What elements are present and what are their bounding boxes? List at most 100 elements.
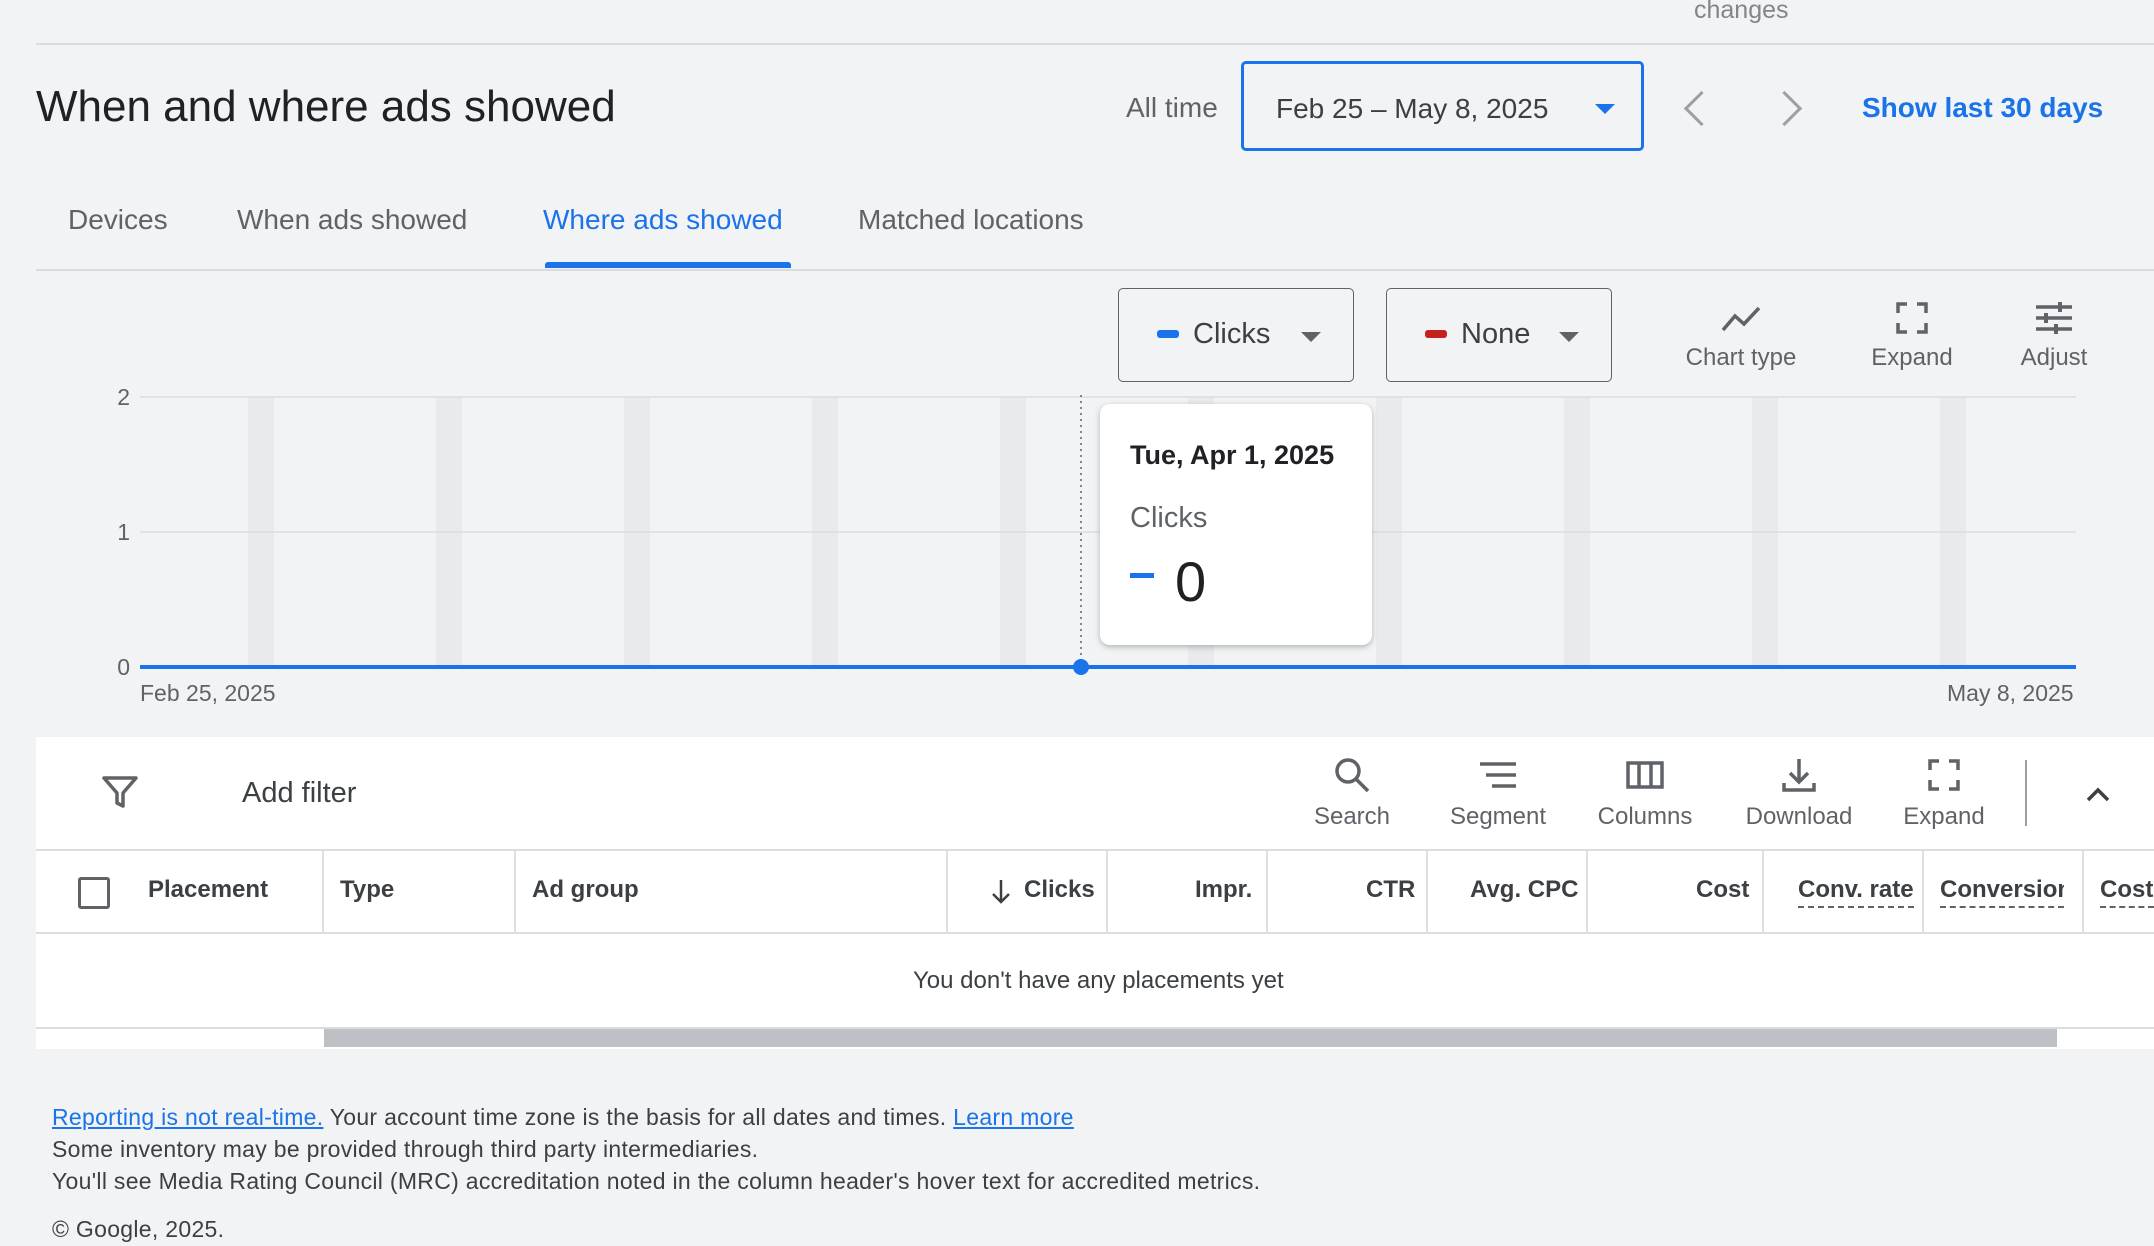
- column-divider: [946, 851, 948, 933]
- next-period-button[interactable]: [1766, 88, 1810, 128]
- column-divider: [1426, 851, 1428, 933]
- tab-matched-locations[interactable]: Matched locations: [858, 204, 1084, 236]
- top-divider: [36, 43, 2154, 45]
- column-header-cost-per-conv[interactable]: Cost: [2100, 876, 2154, 908]
- segment-label: Segment: [1449, 803, 1547, 830]
- collapse-table-button[interactable]: [2078, 774, 2118, 814]
- column-header-type[interactable]: Type: [340, 876, 394, 904]
- y-tick-label: 1: [117, 519, 130, 545]
- add-filter-button[interactable]: Add filter: [242, 777, 356, 810]
- x-axis-end-label: May 8, 2025: [1947, 680, 2074, 706]
- column-divider: [1586, 851, 1588, 933]
- learn-more-link[interactable]: Learn more: [953, 1104, 1074, 1130]
- date-range-label: All time: [1126, 92, 1218, 123]
- column-header-conv-rate[interactable]: Conv. rate: [1798, 876, 1914, 908]
- column-divider: [2082, 851, 2084, 933]
- timezone-text: Your account time zone is the basis for …: [323, 1104, 954, 1130]
- mrc-notice: You'll see Media Rating Council (MRC) ac…: [52, 1168, 1261, 1194]
- table-header-top-border: [36, 849, 2154, 851]
- chart-expand-button[interactable]: Expand: [1862, 300, 1962, 372]
- footer-notice: Reporting is not real-time. Your account…: [52, 1104, 1074, 1131]
- column-divider: [1106, 851, 1108, 933]
- tooltip-metric: Clicks: [1130, 502, 1208, 534]
- chart-tooltip: Tue, Apr 1, 2025 Clicks 0: [1100, 404, 1372, 645]
- table-header-bottom-border: [36, 932, 2154, 934]
- columns-button[interactable]: Columns: [1590, 755, 1700, 831]
- metric-2-selector[interactable]: None: [1386, 288, 1612, 382]
- tooltip-value: 0: [1175, 550, 1207, 613]
- column-header-clicks[interactable]: Clicks: [1024, 876, 1095, 904]
- changes-label[interactable]: changes: [1694, 0, 1789, 25]
- horizontal-scrollbar[interactable]: [324, 1029, 2057, 1047]
- filter-button[interactable]: [100, 772, 148, 816]
- column-header-avg-cpc[interactable]: Avg. CPC: [1470, 876, 1578, 904]
- chevron-up-icon: [2086, 787, 2110, 802]
- chart-adjust-button[interactable]: Adjust: [2004, 300, 2104, 372]
- inventory-notice: Some inventory may be provided through t…: [52, 1136, 759, 1162]
- previous-period-button[interactable]: [1677, 88, 1720, 128]
- metric-1-label: Clicks: [1193, 318, 1271, 350]
- empty-table-message: You don't have any placements yet: [913, 967, 1284, 994]
- chevron-left-icon: [1683, 90, 1720, 127]
- tab-devices[interactable]: Devices: [68, 204, 168, 236]
- tooltip-date: Tue, Apr 1, 2025: [1130, 440, 1335, 470]
- chart-adjust-label: Adjust: [2020, 344, 2088, 371]
- column-divider: [1762, 851, 1764, 933]
- filter-icon: [102, 776, 138, 808]
- copyright: © Google, 2025.: [52, 1216, 225, 1242]
- column-header-impressions[interactable]: Impr.: [1195, 876, 1252, 904]
- tooltip-series-swatch: [1130, 573, 1154, 578]
- column-header-ctr[interactable]: CTR: [1366, 876, 1415, 904]
- table-search-label: Search: [1313, 803, 1391, 830]
- x-axis-start-label: Feb 25, 2025: [140, 680, 276, 706]
- table-expand-label: Expand: [1903, 803, 1985, 830]
- show-last-30-days-button[interactable]: Show last 30 days: [1862, 92, 2103, 124]
- tabs-divider: [36, 269, 2154, 271]
- metric-2-color-swatch: [1425, 330, 1447, 338]
- download-label: Download: [1745, 803, 1853, 830]
- caret-down-icon: [1559, 332, 1579, 342]
- table-expand-button[interactable]: Expand: [1894, 755, 1994, 831]
- download-button[interactable]: Download: [1736, 755, 1862, 831]
- select-all-checkbox[interactable]: [78, 877, 110, 909]
- y-tick-label: 2: [117, 384, 130, 410]
- chart-expand-label: Expand: [1871, 344, 1953, 371]
- columns-icon: [1626, 761, 1664, 789]
- caret-down-icon: [1301, 332, 1321, 342]
- column-divider: [1922, 851, 1924, 933]
- metric-2-label: None: [1461, 318, 1531, 350]
- column-header-conversions[interactable]: Conversions: [1940, 876, 2064, 908]
- chart-line-icon: [1721, 306, 1761, 332]
- column-divider: [322, 851, 324, 933]
- columns-label: Columns: [1597, 803, 1693, 830]
- column-header-cost[interactable]: Cost: [1696, 876, 1749, 904]
- tab-where-ads-showed[interactable]: Where ads showed: [543, 204, 783, 236]
- segment-button[interactable]: Segment: [1436, 755, 1560, 831]
- hovered-data-point: [1073, 659, 1089, 675]
- tune-icon: [2036, 302, 2072, 334]
- date-range-value: Feb 25 – May 8, 2025: [1276, 93, 1549, 124]
- chart-type-label: Chart type: [1685, 344, 1797, 371]
- chart-type-button[interactable]: Chart type: [1676, 300, 1806, 372]
- table-search-button[interactable]: Search: [1302, 755, 1402, 831]
- column-divider: [1266, 851, 1268, 933]
- active-tab-indicator: [545, 262, 791, 268]
- column-header-ad-group[interactable]: Ad group: [532, 876, 639, 904]
- y-tick-label: 0: [117, 654, 130, 680]
- page-title: When and where ads showed: [36, 82, 616, 131]
- tab-when-ads-showed[interactable]: When ads showed: [237, 204, 467, 236]
- reporting-not-realtime-link[interactable]: Reporting is not real-time.: [52, 1104, 323, 1130]
- date-range-picker[interactable]: Feb 25 – May 8, 2025: [1241, 61, 1644, 151]
- chevron-right-icon: [1766, 90, 1803, 127]
- column-divider: [514, 851, 516, 933]
- expand-icon: [1928, 759, 1960, 791]
- metric-1-color-swatch: [1157, 330, 1179, 338]
- metric-1-selector[interactable]: Clicks: [1118, 288, 1354, 382]
- clicks-chart: 0 1 2: [117, 384, 2076, 680]
- search-icon: [1335, 758, 1370, 793]
- sort-descending-icon: [990, 878, 1012, 911]
- column-header-placement[interactable]: Placement: [148, 876, 268, 904]
- segment-icon: [1480, 762, 1516, 788]
- download-icon: [1782, 759, 1816, 792]
- toolbar-divider: [2025, 760, 2027, 826]
